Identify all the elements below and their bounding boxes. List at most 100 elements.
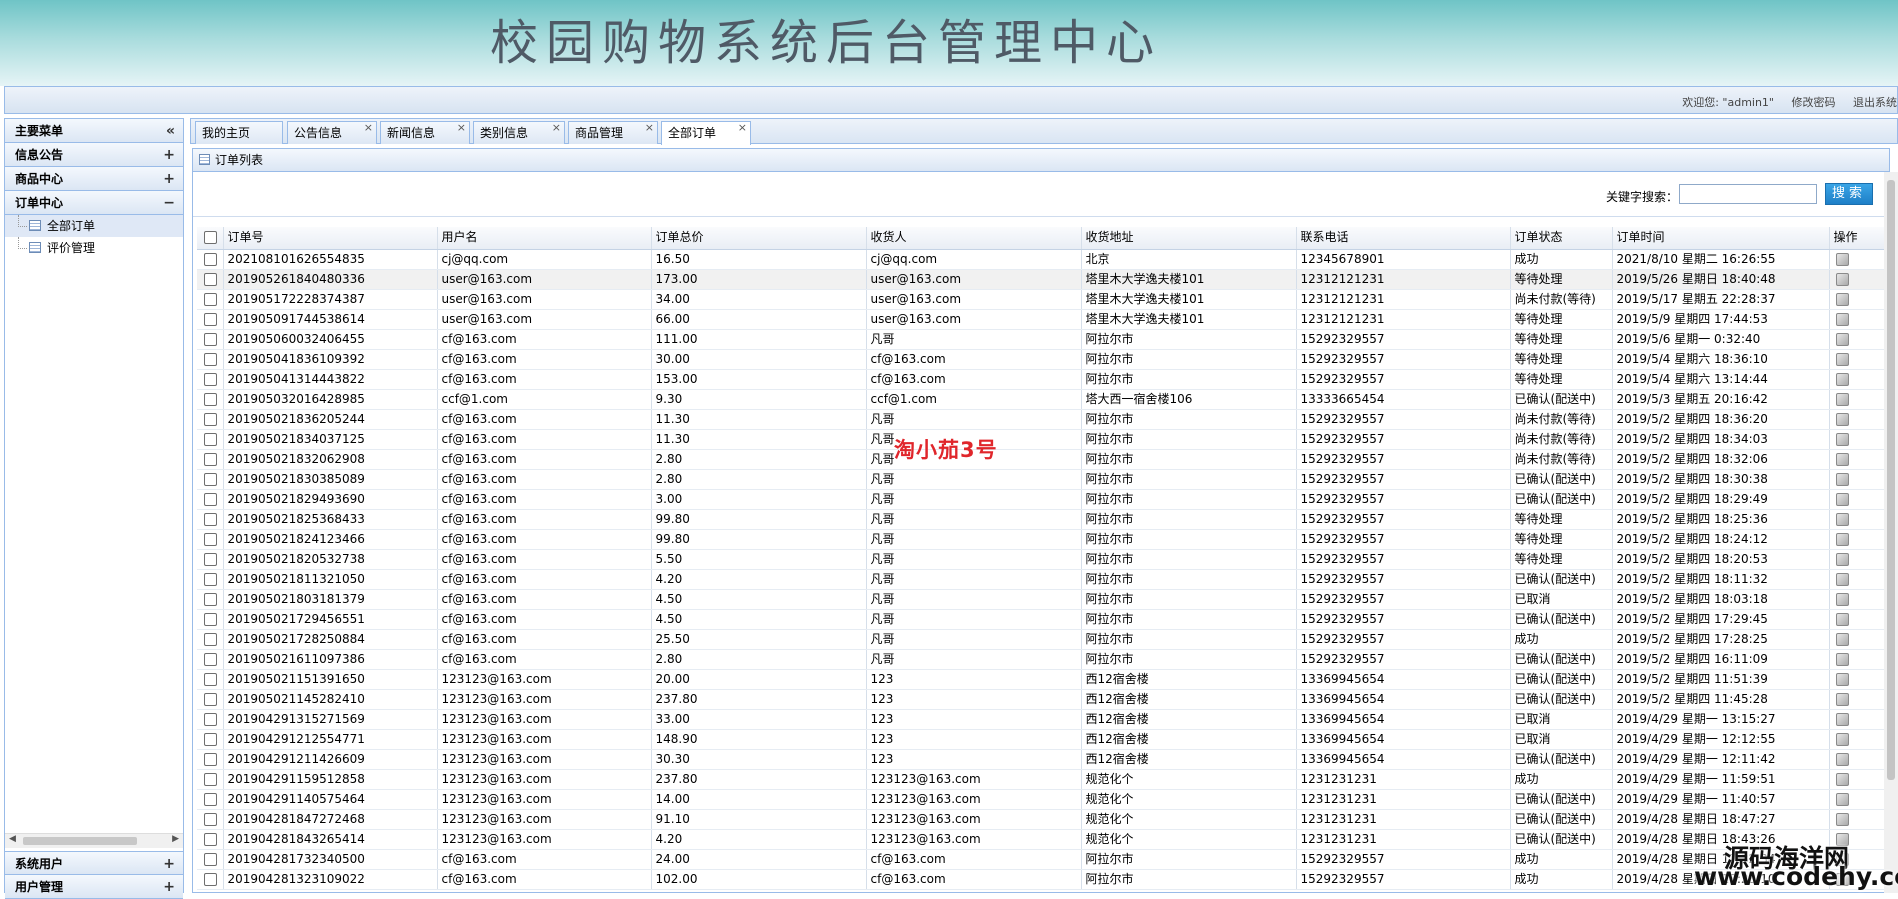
row-select-cell[interactable]: [197, 849, 224, 870]
edit-icon[interactable]: [1835, 492, 1849, 506]
expand-icon[interactable]: +: [163, 875, 175, 899]
row-select-cell[interactable]: [197, 529, 224, 550]
edit-icon[interactable]: [1835, 792, 1849, 806]
row-select-cell[interactable]: [197, 349, 224, 370]
table-row[interactable]: 201904281323109022 cf@163.com 102.00 cf@163…: [197, 869, 1886, 890]
edit-icon[interactable]: [1835, 312, 1849, 326]
row-checkbox[interactable]: [204, 552, 217, 566]
row-checkbox[interactable]: [204, 512, 217, 526]
row-checkbox[interactable]: [204, 652, 217, 666]
row-select-cell[interactable]: [197, 709, 224, 730]
row-checkbox[interactable]: [204, 572, 217, 586]
table-row[interactable]: 201905091744538614 user@163.com 66.00 user@…: [197, 309, 1886, 330]
row-select-cell[interactable]: [197, 609, 224, 630]
table-row[interactable]: 201905261840480336 user@163.com 173.00 user…: [197, 269, 1886, 290]
edit-icon[interactable]: [1835, 772, 1849, 786]
expand-icon[interactable]: +: [163, 167, 175, 191]
edit-icon[interactable]: [1835, 552, 1849, 566]
close-icon[interactable]: ×: [738, 117, 747, 139]
table-row[interactable]: 201904291211426609 123123@163.com 30.30 123…: [197, 749, 1886, 770]
row-checkbox[interactable]: [204, 392, 217, 406]
edit-icon[interactable]: [1835, 672, 1849, 686]
page-scrollbar[interactable]: [1884, 172, 1898, 893]
row-select-cell[interactable]: [197, 649, 224, 670]
row-checkbox[interactable]: [204, 812, 217, 826]
close-icon[interactable]: ×: [552, 117, 561, 139]
table-row[interactable]: 201905021803181379 cf@163.com 4.50 凡哥 阿拉尔市 15…: [197, 589, 1886, 610]
row-checkbox[interactable]: [204, 452, 217, 466]
row-checkbox[interactable]: [204, 592, 217, 606]
edit-icon[interactable]: [1835, 732, 1849, 746]
column-header[interactable]: 订单时间: [1612, 227, 1830, 250]
row-checkbox[interactable]: [204, 792, 217, 806]
close-icon[interactable]: ×: [364, 117, 373, 139]
table-row[interactable]: 201904281847272468 123123@163.com 91.10 123…: [197, 809, 1886, 830]
edit-icon[interactable]: [1835, 352, 1849, 366]
row-select-cell[interactable]: [197, 389, 224, 410]
row-checkbox[interactable]: [204, 872, 217, 886]
table-row[interactable]: 201905021834037125 cf@163.com 11.30 凡哥 阿拉尔市 1…: [197, 429, 1886, 450]
row-checkbox[interactable]: [204, 632, 217, 646]
table-row[interactable]: 201905060032406455 cf@163.com 111.00 凡哥 阿拉尔市…: [197, 329, 1886, 350]
table-row[interactable]: 201904291140575464 123123@163.com 14.00 123…: [197, 789, 1886, 810]
row-checkbox[interactable]: [204, 412, 217, 426]
search-button[interactable]: 搜索: [1825, 183, 1873, 205]
row-checkbox[interactable]: [204, 532, 217, 546]
row-select-cell[interactable]: [197, 269, 224, 290]
sidebar-scrollbar[interactable]: ◀ ▶: [5, 833, 183, 848]
row-checkbox[interactable]: [204, 752, 217, 766]
sidebar-section-notice[interactable]: 信息公告 +: [5, 143, 183, 167]
tab-categories[interactable]: 类别信息 ×: [473, 121, 565, 144]
row-checkbox[interactable]: [204, 672, 217, 686]
row-select-cell[interactable]: [197, 689, 224, 710]
sidebar-item-reviews[interactable]: 评价管理: [5, 237, 183, 259]
edit-icon[interactable]: [1835, 452, 1849, 466]
edit-icon[interactable]: [1835, 472, 1849, 486]
column-header[interactable]: 收货地址: [1081, 227, 1297, 250]
scroll-right-icon[interactable]: ▶: [172, 834, 179, 844]
row-select-cell[interactable]: [197, 429, 224, 450]
row-select-cell[interactable]: [197, 749, 224, 770]
sidebar-section-orders[interactable]: 订单中心 −: [5, 191, 183, 215]
collapse-section-icon[interactable]: −: [163, 191, 175, 215]
edit-icon[interactable]: [1835, 252, 1849, 266]
edit-icon[interactable]: [1835, 412, 1849, 426]
table-row[interactable]: 201905021145282410 123123@163.com 237.80 12…: [197, 689, 1886, 710]
row-select-cell[interactable]: [197, 629, 224, 650]
table-row[interactable]: 201904291212554771 123123@163.com 148.90 12…: [197, 729, 1886, 750]
row-checkbox[interactable]: [204, 272, 217, 286]
row-select-cell[interactable]: [197, 789, 224, 810]
change-password-link[interactable]: 修改密码: [1792, 96, 1836, 109]
edit-icon[interactable]: [1835, 592, 1849, 606]
row-select-cell[interactable]: [197, 289, 224, 310]
table-row[interactable]: 201905021728250884 cf@163.com 25.50 凡哥 阿拉尔市 1…: [197, 629, 1886, 650]
search-input[interactable]: [1679, 184, 1817, 204]
table-row[interactable]: 201905021824123466 cf@163.com 99.80 凡哥 阿拉尔市 1…: [197, 529, 1886, 550]
tab-goods[interactable]: 商品管理 ×: [568, 121, 658, 144]
edit-icon[interactable]: [1835, 652, 1849, 666]
table-row[interactable]: 201905041836109392 cf@163.com 30.00 cf@163.…: [197, 349, 1886, 370]
table-row[interactable]: 201905041314443822 cf@163.com 153.00 cf@163…: [197, 369, 1886, 390]
column-header[interactable]: 订单状态: [1510, 227, 1613, 250]
scroll-thumb[interactable]: [23, 837, 137, 845]
table-row[interactable]: 201904291315271569 123123@163.com 33.00 123…: [197, 709, 1886, 730]
row-checkbox[interactable]: [204, 332, 217, 346]
row-select-cell[interactable]: [197, 729, 224, 750]
edit-icon[interactable]: [1835, 332, 1849, 346]
table-row[interactable]: 201905021832062908 cf@163.com 2.80 凡哥 阿拉尔市 15…: [197, 449, 1886, 470]
table-row[interactable]: 201905021611097386 cf@163.com 2.80 凡哥 阿拉尔市 15…: [197, 649, 1886, 670]
row-select-cell[interactable]: [197, 309, 224, 330]
row-select-cell[interactable]: [197, 249, 224, 270]
tab-notices[interactable]: 公告信息 ×: [287, 121, 377, 144]
row-select-cell[interactable]: [197, 589, 224, 610]
column-header[interactable]: 用户名: [437, 227, 652, 250]
row-select-cell[interactable]: [197, 809, 224, 830]
row-checkbox[interactable]: [204, 292, 217, 306]
table-row[interactable]: 201905021729456551 cf@163.com 4.50 凡哥 阿拉尔市 15…: [197, 609, 1886, 630]
edit-icon[interactable]: [1835, 812, 1849, 826]
row-checkbox[interactable]: [204, 472, 217, 486]
close-icon[interactable]: ×: [457, 117, 466, 139]
select-all-checkbox[interactable]: [204, 231, 217, 245]
table-row[interactable]: 201904281843265414 123123@163.com 4.20 1231…: [197, 829, 1886, 850]
close-icon[interactable]: ×: [645, 117, 654, 139]
